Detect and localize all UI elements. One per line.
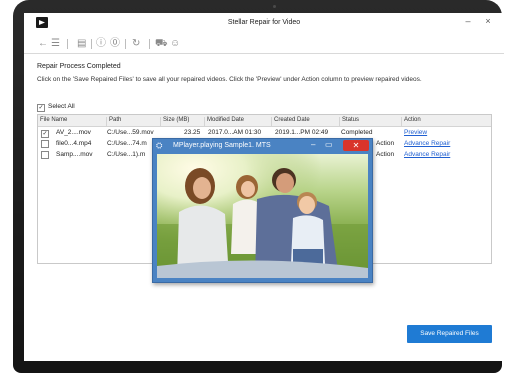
webcam xyxy=(273,5,276,8)
toolbar-divider xyxy=(125,39,126,49)
minimize-button[interactable]: – xyxy=(462,16,474,26)
file-name-cell: file0...4.mp4 xyxy=(56,140,92,147)
menu-icon[interactable]: ☰ xyxy=(51,38,60,50)
page-title: Repair Process Completed xyxy=(37,63,121,70)
status-cell: Completed xyxy=(341,129,373,136)
table-row[interactable]: ✓ AV_2....mov C:/Use...59.mov 23.25 2017… xyxy=(38,128,491,138)
title-bar: Stellar Repair for Video – × xyxy=(24,13,504,33)
column-header-status[interactable]: Status xyxy=(339,117,402,126)
size-cell: 23.25 xyxy=(184,129,201,136)
checkbox-icon[interactable]: ✓ xyxy=(37,104,45,112)
path-cell: C:/Use...74.m xyxy=(107,140,147,147)
mplayer-app-icon: ⛭ xyxy=(156,141,163,150)
info-icon[interactable]: ⓘ xyxy=(96,38,106,50)
mplayer-title-bar[interactable]: ⛭ MPlayer.playing Sample1. MTS – ▭ ✕ xyxy=(153,139,372,152)
column-header-path[interactable]: Path xyxy=(106,117,161,126)
checkbox-icon[interactable] xyxy=(41,151,49,159)
row-checkbox[interactable]: ✓ xyxy=(41,129,52,138)
preview-link[interactable]: Preview xyxy=(404,129,427,136)
toolbar-divider xyxy=(91,39,92,49)
toolbar: ← ☰ ▤ ⓘ ⓪ ↻ ⛟ ☺ xyxy=(24,35,504,54)
column-header-modified[interactable]: Modified Date xyxy=(204,117,272,126)
created-cell: 2019.1...PM 02:49 xyxy=(275,129,329,136)
mplayer-close-button[interactable]: ✕ xyxy=(343,140,369,151)
back-icon[interactable]: ← xyxy=(38,38,48,50)
row-checkbox[interactable] xyxy=(41,151,52,160)
close-button[interactable]: × xyxy=(482,16,494,26)
window-title: Stellar Repair for Video xyxy=(227,19,301,26)
family-video-frame xyxy=(157,154,368,278)
refresh-icon[interactable]: ↻ xyxy=(132,38,140,50)
toolbar-divider xyxy=(149,39,150,49)
select-all-checkbox[interactable]: ✓ Select All xyxy=(37,103,75,112)
advance-repair-link[interactable]: Advance Repair xyxy=(404,140,450,147)
file-name-cell: Samp....mov xyxy=(56,151,93,158)
save-icon[interactable]: ▤ xyxy=(77,38,86,50)
mplayer-title: MPlayer.playing Sample1. MTS xyxy=(173,142,271,149)
mplayer-window[interactable]: ⛭ MPlayer.playing Sample1. MTS – ▭ ✕ xyxy=(152,138,373,283)
mplayer-minimize-button[interactable]: – xyxy=(311,140,315,149)
checkbox-icon[interactable] xyxy=(41,140,49,148)
column-header-created[interactable]: Created Date xyxy=(271,117,340,126)
toolbar-divider xyxy=(67,39,68,49)
column-header-action[interactable]: Action xyxy=(401,117,490,126)
status-cell: Action xyxy=(376,151,395,158)
path-cell: C:/Use...1).m xyxy=(107,151,146,158)
table-header: File Name Path Size (MB) Modified Date C… xyxy=(38,115,491,127)
account-icon[interactable]: ☺ xyxy=(170,38,180,50)
column-header-file-name[interactable]: File Name xyxy=(38,117,106,126)
modified-cell: 2017.0...AM 01:30 xyxy=(208,129,262,136)
checkbox-icon[interactable]: ✓ xyxy=(41,130,49,138)
advance-repair-link[interactable]: Advance Repair xyxy=(404,151,450,158)
column-header-size[interactable]: Size (MB) xyxy=(160,117,205,126)
help-icon[interactable]: ⓪ xyxy=(110,38,120,50)
app-window: Stellar Repair for Video – × ← ☰ ▤ ⓘ ⓪ ↻… xyxy=(24,13,504,361)
mplayer-maximize-button[interactable]: ▭ xyxy=(325,140,333,149)
status-cell: Action xyxy=(376,140,395,147)
row-checkbox[interactable] xyxy=(41,140,52,149)
cart-icon[interactable]: ⛟ xyxy=(155,38,168,50)
save-repaired-files-button[interactable]: Save Repaired Files xyxy=(407,325,492,343)
select-all-label: Select All xyxy=(48,103,75,110)
file-name-cell: AV_2....mov xyxy=(56,129,91,136)
instructions-text: Click on the 'Save Repaired Files' to sa… xyxy=(37,76,422,83)
path-cell: C:/Use...59.mov xyxy=(107,129,154,136)
video-preview-frame[interactable] xyxy=(157,154,368,278)
